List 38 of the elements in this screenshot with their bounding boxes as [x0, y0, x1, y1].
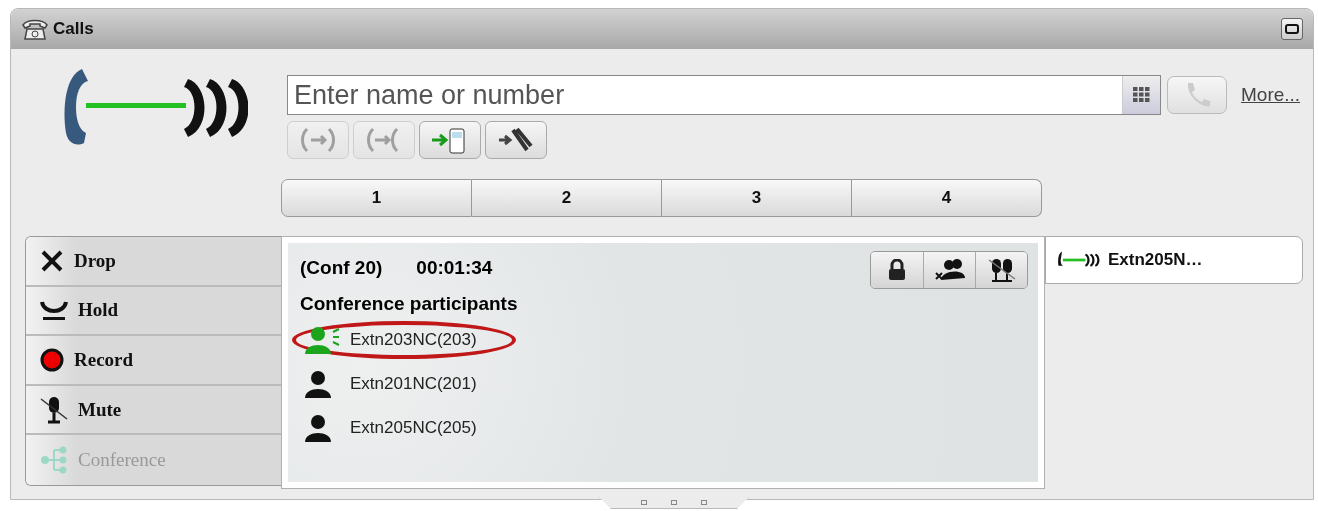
mute-all-button[interactable] [975, 252, 1027, 288]
remove-participant-button[interactable] [923, 252, 975, 288]
participants-heading: Conference participants [300, 293, 519, 315]
keypad-button[interactable] [1122, 76, 1160, 114]
call-line-icon [1056, 251, 1100, 269]
more-link[interactable]: More... [1241, 84, 1301, 106]
participant-name: Extn203NC(203) [350, 330, 477, 350]
line-tab[interactable]: 2 [472, 179, 662, 217]
call-duration: 00:01:34 [416, 257, 493, 279]
conference-name: (Conf 20) [300, 257, 383, 279]
lock-icon [888, 259, 906, 281]
call-action-button[interactable]: Mute [26, 385, 281, 436]
muted-microphone-icon [40, 394, 68, 425]
arrow-phone-icon [497, 126, 535, 154]
conference-tree-icon [40, 446, 68, 475]
call-item[interactable]: Extn205N… [1045, 236, 1303, 284]
call-action-button[interactable]: Hold [26, 286, 281, 337]
muted-microphones-icon [986, 257, 1017, 283]
participant-name: Extn205NC(205) [350, 418, 477, 438]
close-icon [40, 248, 64, 273]
call-tool-button[interactable] [485, 121, 547, 159]
minimize-button[interactable] [1281, 18, 1303, 40]
people-remove-icon [934, 258, 965, 282]
window-icon [1285, 24, 1299, 34]
record-icon [40, 348, 64, 372]
lock-button[interactable] [871, 252, 923, 288]
call-action-button[interactable]: Drop [26, 237, 281, 287]
line-tab[interactable]: 4 [852, 179, 1042, 217]
line-tab[interactable]: 3 [662, 179, 852, 217]
telephone-icon [21, 17, 49, 41]
keypad-icon [1132, 87, 1151, 103]
call-action-button[interactable]: Record [26, 336, 281, 386]
person-icon [304, 326, 340, 354]
participant-name: Extn201NC(201) [350, 374, 477, 394]
line-tab[interactable]: 1 [281, 179, 472, 217]
window-title: Calls [53, 19, 94, 39]
phone-arrow-icon [367, 127, 401, 153]
phone-arrow-icon [301, 127, 335, 153]
